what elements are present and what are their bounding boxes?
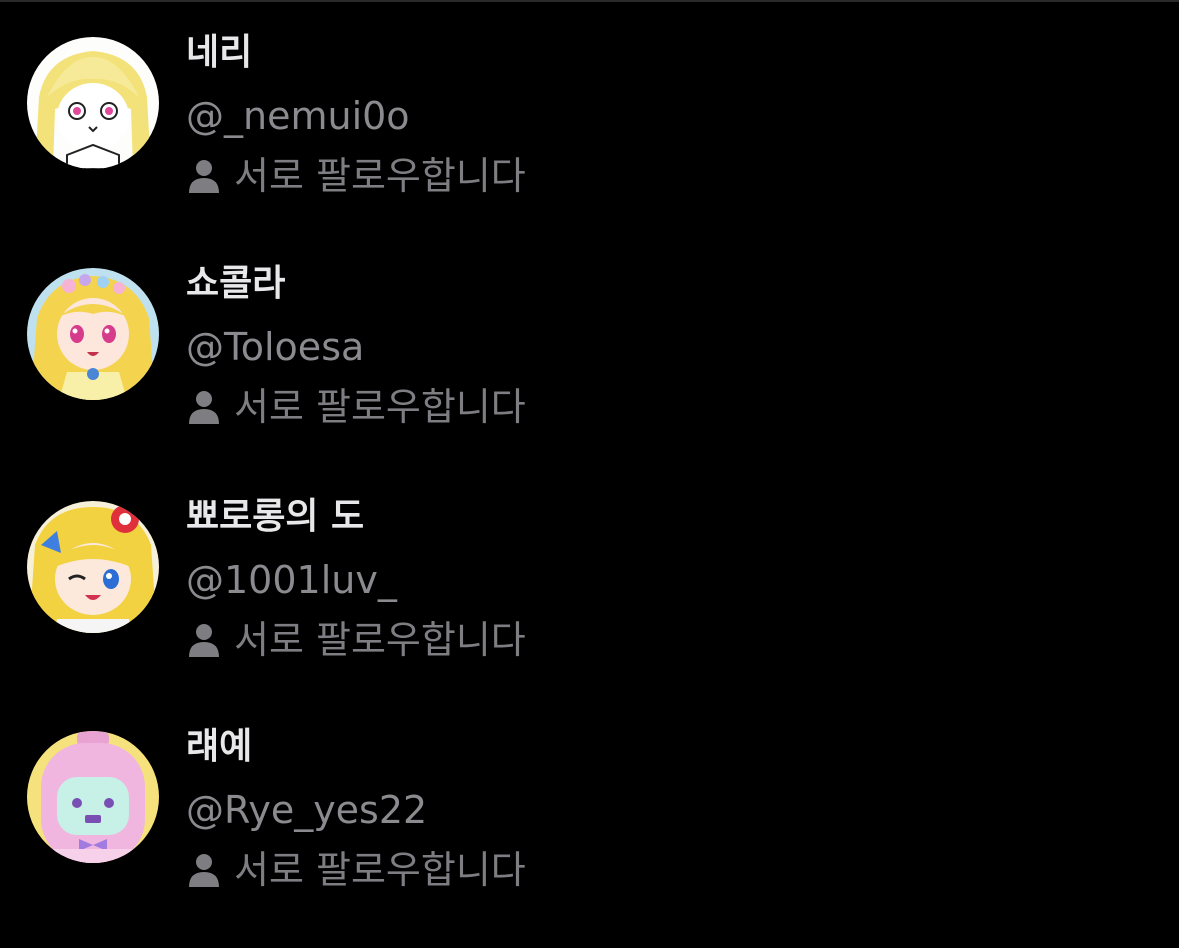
person-icon — [189, 624, 219, 657]
avatar[interactable] — [27, 731, 159, 863]
avatar[interactable] — [27, 501, 159, 633]
user-handle: @1001luv_ — [186, 558, 397, 602]
display-name[interactable]: 럐예 — [186, 725, 252, 769]
user-row[interactable]: 뾰로롱의 도 @1001luv_ 서로 팔로우합니다 — [0, 496, 1179, 701]
display-name[interactable]: 뾰로롱의 도 — [186, 495, 364, 539]
user-handle: @_nemui0o — [186, 94, 410, 138]
person-icon — [189, 854, 219, 887]
mutual-follow-status: 서로 팔로우합니다 — [188, 153, 526, 199]
user-row[interactable]: 쇼콜라 @Toloesa 서로 팔로우합니다 — [0, 263, 1179, 468]
person-icon — [189, 391, 219, 424]
avatar[interactable] — [27, 268, 159, 400]
mutual-follow-label: 서로 팔로우합니다 — [234, 154, 526, 198]
mutual-follow-status: 서로 팔로우합니다 — [188, 847, 526, 893]
mutual-follow-label: 서로 팔로우합니다 — [234, 618, 526, 662]
mutual-follow-status: 서로 팔로우합니다 — [188, 384, 526, 430]
top-divider — [0, 0, 1179, 2]
user-row[interactable]: 럐예 @Rye_yes22 서로 팔로우합니다 — [0, 726, 1179, 931]
display-name[interactable]: 쇼콜라 — [186, 262, 285, 306]
avatar[interactable] — [27, 37, 159, 169]
user-row[interactable]: 네리 @_nemui0o 서로 팔로우합니다 — [0, 32, 1179, 237]
user-handle: @Toloesa — [186, 325, 365, 369]
user-handle: @Rye_yes22 — [186, 788, 428, 832]
mutual-follow-status: 서로 팔로우합니다 — [188, 617, 526, 663]
mutual-follow-label: 서로 팔로우합니다 — [234, 848, 526, 892]
display-name[interactable]: 네리 — [186, 31, 252, 75]
mutual-follow-label: 서로 팔로우합니다 — [234, 385, 526, 429]
person-icon — [189, 160, 219, 193]
